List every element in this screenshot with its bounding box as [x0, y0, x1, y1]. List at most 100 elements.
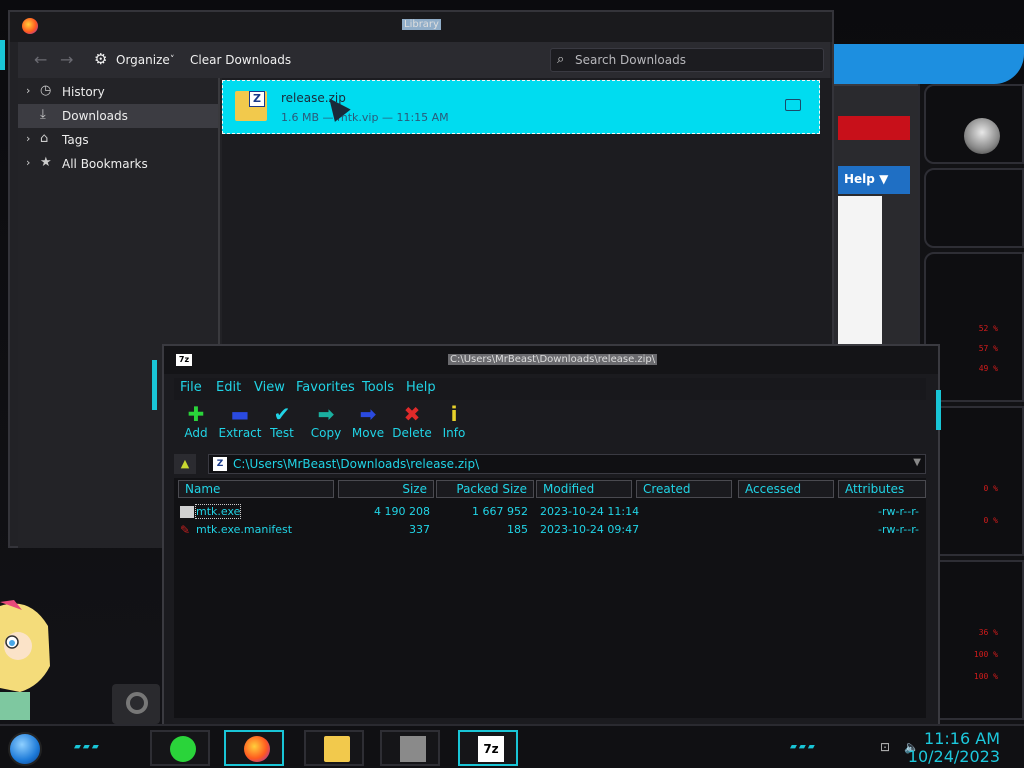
gadget-stat: 36 % [978, 628, 998, 637]
taskbar-decoration: ▰▰▰ [74, 742, 101, 752]
download-icon: ⤓ [40, 107, 46, 122]
tool-label: Info [442, 426, 466, 440]
taskbar-7zip[interactable]: 7z [458, 730, 518, 766]
menu-file[interactable]: File [180, 380, 202, 395]
back-arrow-icon[interactable]: ← [34, 50, 47, 69]
gadget-segment [924, 168, 1024, 248]
move-button[interactable]: ➡ Move [346, 402, 390, 448]
7zip-icon: 7z [478, 736, 504, 762]
taskbar-firefox[interactable] [224, 730, 284, 766]
manifest-file-icon: ✎ [180, 523, 191, 537]
address-bar: ▲ Z C:\Users\MrBeast\Downloads\release.z… [174, 452, 926, 474]
chevron-down-icon[interactable]: ▼ [913, 457, 921, 468]
file-modified: 2023-10-24 09:47 [540, 523, 640, 536]
sidebar-item-history[interactable]: › ◷ History [18, 80, 218, 104]
menu-favorites[interactable]: Favorites [296, 380, 355, 395]
frame-accent [0, 40, 5, 70]
notes-app-icon [170, 736, 196, 762]
chevron-right-icon[interactable]: › [26, 84, 30, 97]
gadget-stat: 0 % [983, 516, 998, 525]
taskbar-notes-app[interactable] [150, 730, 210, 766]
organize-chevron-icon[interactable]: ˅ [170, 55, 175, 65]
firefox-icon [22, 18, 38, 34]
file-name: mtk.exe [194, 504, 242, 519]
open-folder-icon[interactable] [785, 99, 801, 111]
start-button[interactable] [8, 732, 42, 766]
column-header-name[interactable]: Name [178, 480, 334, 498]
info-icon: i [450, 402, 458, 426]
search-downloads-input[interactable]: ⌕ Search Downloads [550, 48, 824, 72]
frame-accent [936, 390, 941, 430]
clear-downloads-button[interactable]: Clear Downloads [190, 53, 291, 67]
7zip-titlebar[interactable]: 7z C:\Users\MrBeast\Downloads\release.zi… [164, 346, 938, 374]
column-header-size[interactable]: Size [338, 480, 434, 498]
7zip-logo-icon: 7z [176, 354, 192, 366]
7zip-window[interactable]: 7z C:\Users\MrBeast\Downloads\release.zi… [162, 344, 940, 728]
file-size: 4 190 208 [374, 505, 430, 518]
delete-button[interactable]: ✖ Delete [390, 402, 434, 448]
info-button[interactable]: i Info [432, 402, 476, 448]
menu-edit[interactable]: Edit [216, 380, 241, 395]
google-button[interactable] [112, 684, 160, 724]
taskbar: ▰▰▰ 7z ▰▰▰ ⊡ 🔈 11:16 AM 10/24/2023 [0, 724, 1024, 768]
firefox-icon [244, 736, 270, 762]
red-banner [838, 116, 910, 140]
taskbar-castle-app[interactable] [380, 730, 440, 766]
forward-arrow-icon[interactable]: → [60, 50, 73, 69]
checkmark-icon: ✔ [273, 402, 291, 426]
menu-tools[interactable]: Tools [362, 380, 394, 395]
library-title: Library [402, 19, 441, 30]
column-header-packed-size[interactable]: Packed Size [436, 480, 534, 498]
plus-icon: ✚ [187, 402, 205, 426]
tool-label: Copy [310, 426, 342, 440]
sidebar-item-all-bookmarks[interactable]: › ★ All Bookmarks [18, 152, 218, 176]
column-header-accessed[interactable]: Accessed [738, 480, 834, 498]
organize-button[interactable]: Organize [116, 53, 170, 67]
7zip-title: C:\Users\MrBeast\Downloads\release.zip\ [448, 354, 658, 365]
network-icon[interactable]: ⊡ [880, 740, 890, 754]
folder-icon [324, 736, 350, 762]
tool-label: Move [351, 426, 385, 440]
folder-up-icon[interactable]: ▲ [174, 454, 196, 474]
gadget-stat: 0 % [983, 484, 998, 493]
taskbar-file-explorer[interactable] [304, 730, 364, 766]
gadget-stat: 52 % [978, 324, 998, 333]
column-header-attributes[interactable]: Attributes [838, 480, 926, 498]
tool-label: Add [184, 426, 208, 440]
clock[interactable]: 11:16 AM 10/24/2023 [908, 730, 1000, 766]
path-field[interactable]: Z C:\Users\MrBeast\Downloads\release.zip… [208, 454, 926, 474]
column-header-modified[interactable]: Modified [536, 480, 632, 498]
sidebar-item-downloads[interactable]: ⤓ Downloads [18, 104, 218, 128]
sidebar-item-label: Tags [62, 133, 89, 147]
archive-file-list[interactable]: Name Size Packed Size Modified Created A… [174, 478, 926, 718]
extract-button[interactable]: ▬ Extract [218, 402, 262, 448]
frame-accent [152, 360, 157, 410]
chevron-right-icon[interactable]: › [26, 156, 30, 169]
menu-view[interactable]: View [254, 380, 285, 395]
library-titlebar[interactable]: Library [10, 12, 832, 42]
zip-file-icon: Z [213, 457, 227, 471]
table-row[interactable]: ✎ mtk.exe.manifest 337 185 2023-10-24 09… [178, 522, 926, 540]
gear-icon[interactable]: ⚙ [94, 50, 107, 68]
gadget-stat: 49 % [978, 364, 998, 373]
test-button[interactable]: ✔ Test [260, 402, 304, 448]
file-attributes: -rw-r--r- [878, 505, 920, 518]
add-button[interactable]: ✚ Add [174, 402, 218, 448]
column-header-created[interactable]: Created [636, 480, 732, 498]
browser-window-behind[interactable]: Help ▼ [832, 84, 922, 354]
path-text: C:\Users\MrBeast\Downloads\release.zip\ [233, 457, 480, 471]
copy-button[interactable]: ➡ Copy [304, 402, 348, 448]
move-arrow-icon: ➡ [359, 402, 377, 426]
library-toolbar: ← → ⚙ Organize ˅ Clear Downloads ⌕ Searc… [18, 42, 830, 78]
sidebar-item-tags[interactable]: › ⌂ Tags [18, 128, 218, 152]
download-item[interactable]: Z release.zip 1.6 MB — mtk.vip — 11:15 A… [222, 80, 820, 134]
help-menu[interactable]: Help ▼ [838, 166, 910, 194]
exe-file-icon [180, 506, 194, 518]
menu-help[interactable]: Help [406, 380, 436, 395]
table-row[interactable]: mtk.exe 4 190 208 1 667 952 2023-10-24 1… [178, 504, 926, 522]
clock-date: 10/24/2023 [907, 747, 1000, 766]
google-icon [126, 692, 148, 714]
browser-content [838, 196, 882, 346]
chevron-right-icon[interactable]: › [26, 132, 30, 145]
taskbar-decoration: ▰▰▰ [790, 742, 817, 752]
